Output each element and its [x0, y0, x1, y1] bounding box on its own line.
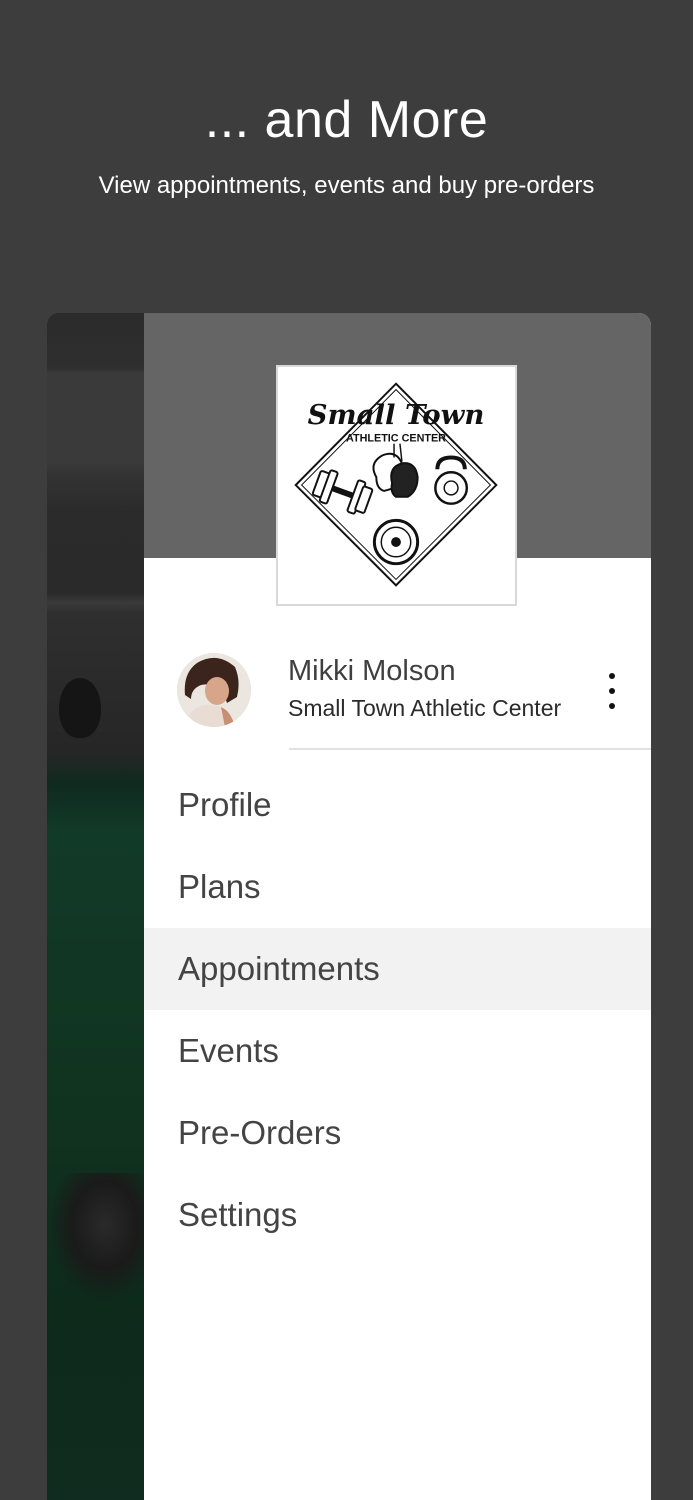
menu-item-settings[interactable]: Settings	[144, 1174, 651, 1256]
user-info: Mikki Molson Small Town Athletic Center	[144, 643, 651, 743]
promo-title: ... and More	[204, 91, 489, 149]
avatar[interactable]	[177, 653, 251, 727]
drawer-menu: Profile Plans Appointments Events Pre-Or…	[144, 764, 651, 1256]
phone-screen: Small Town ATHLETIC CENTER Mikki Molson …	[47, 313, 651, 1500]
weight-plate-icon	[372, 518, 420, 566]
background-gym-photo	[47, 313, 144, 1500]
menu-item-plans[interactable]: Plans	[144, 846, 651, 928]
logo-tagline-text: ATHLETIC CENTER	[346, 433, 446, 445]
punching-bag-image	[59, 678, 101, 738]
weights-image	[47, 1173, 144, 1303]
menu-item-pre-orders[interactable]: Pre-Orders	[144, 1092, 651, 1174]
menu-item-events[interactable]: Events	[144, 1010, 651, 1092]
menu-item-appointments[interactable]: Appointments	[144, 928, 651, 1010]
divider	[289, 748, 651, 750]
more-vertical-icon[interactable]	[599, 673, 625, 709]
user-gym-name: Small Town Athletic Center	[288, 695, 562, 721]
logo-name-text: Small Town	[308, 399, 485, 431]
boxing-gloves-icon	[372, 443, 419, 498]
kettlebell-icon	[434, 455, 469, 505]
navigation-drawer: Small Town ATHLETIC CENTER Mikki Molson …	[144, 313, 651, 1500]
menu-item-profile[interactable]: Profile	[144, 764, 651, 846]
gym-logo: Small Town ATHLETIC CENTER	[276, 365, 517, 606]
user-name: Mikki Molson	[288, 655, 456, 687]
promo-subtitle: View appointments, events and buy pre-or…	[98, 172, 595, 199]
